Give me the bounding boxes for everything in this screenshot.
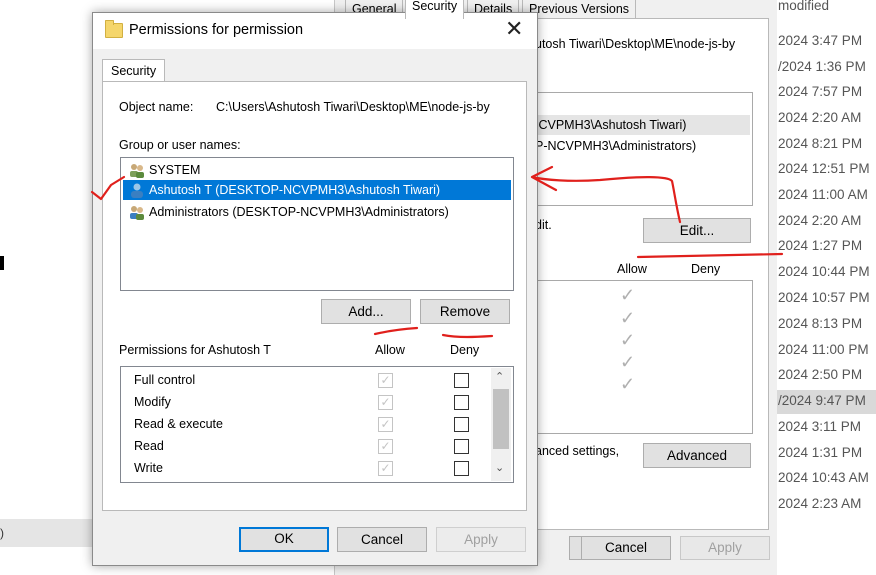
check-icon: ✓ xyxy=(620,308,636,328)
object-name-label: Object name: xyxy=(119,100,194,114)
user-icon xyxy=(131,183,143,198)
permissions-scrollbar[interactable]: ⌃ ⌄ xyxy=(491,368,511,481)
users-group-icon xyxy=(130,206,144,220)
scroll-up-icon[interactable]: ⌃ xyxy=(495,370,504,383)
date-cell: 2024 1:31 PM xyxy=(778,445,863,460)
date-cell: 2024 2:20 AM xyxy=(778,110,862,125)
date-cell: 2024 11:00 AM xyxy=(778,187,868,202)
edit-button[interactable]: Edit... xyxy=(643,218,751,243)
permissions-for-label: Permissions for Ashutosh T xyxy=(119,343,271,357)
ok-button[interactable]: OK xyxy=(239,527,329,552)
deny-checkbox-full-control[interactable] xyxy=(454,373,469,388)
date-cell: /2024 1:36 PM xyxy=(778,59,866,74)
check-icon: ✓ xyxy=(620,352,636,372)
date-cell: 2024 2:50 PM xyxy=(778,367,863,382)
allow-checkbox-read-execute: ✓ xyxy=(378,417,393,432)
permission-name: Full control xyxy=(134,373,196,387)
deny-checkbox-read[interactable] xyxy=(454,439,469,454)
deny-checkbox-write[interactable] xyxy=(454,461,469,476)
check-icon: ✓ xyxy=(620,285,636,305)
advanced-hint-fragment: anced settings, xyxy=(535,444,620,458)
date-cell: 2024 1:27 PM xyxy=(778,238,863,253)
date-cell: 2024 10:44 PM xyxy=(778,264,870,279)
check-icon: ✓ xyxy=(620,374,636,394)
properties-apply-button: Apply xyxy=(680,536,770,560)
user-name: SYSTEM xyxy=(149,163,201,177)
deny-header: Deny xyxy=(450,343,480,357)
scrollbar-thumb[interactable] xyxy=(493,389,509,449)
date-cell: 2024 12:51 PM xyxy=(778,161,870,176)
close-icon[interactable]: ✕ xyxy=(505,17,523,42)
user-item[interactable]: P-NCVPMH3\Administrators) xyxy=(535,139,696,153)
date-cell: 2024 2:23 AM xyxy=(778,496,862,511)
date-cell: 2024 3:47 PM xyxy=(778,33,863,48)
user-item[interactable]: ICVPMH3\Ashutosh Tiwari) xyxy=(535,118,686,132)
cancel-button[interactable]: Cancel xyxy=(337,527,427,552)
scroll-down-icon[interactable]: ⌄ xyxy=(495,461,504,474)
deny-checkbox-modify[interactable] xyxy=(454,395,469,410)
folder-icon xyxy=(105,20,123,38)
date-cell: 2024 8:21 PM xyxy=(778,136,863,151)
tab-previous-versions[interactable]: Previous Versions xyxy=(522,0,637,18)
allow-header: Allow xyxy=(375,343,405,357)
add-button[interactable]: Add... xyxy=(321,299,411,324)
group-names-label: Group or user names: xyxy=(119,138,241,152)
allow-checkbox-full-control: ✓ xyxy=(378,373,393,388)
column-header-modified[interactable]: modified xyxy=(778,0,829,13)
date-cell: 2024 11:00 PM xyxy=(778,342,869,357)
permissions-list: Full control ✓ Modify ✓ Read & execute ✓… xyxy=(120,366,514,483)
check-icon: ✓ xyxy=(620,330,636,350)
date-cell: 2024 10:57 PM xyxy=(778,290,870,305)
permission-name: Modify xyxy=(134,395,171,409)
list-item-administrators[interactable]: Administrators (DESKTOP-NCVPMH3\Administ… xyxy=(123,202,511,222)
permissions-dialog: Permissions for permission ✕ Security Ob… xyxy=(92,12,538,566)
permissions-list-box xyxy=(531,280,753,434)
background-row-highlight xyxy=(0,519,94,547)
title-bar[interactable]: Permissions for permission ✕ xyxy=(93,13,537,49)
object-name-value: C:\Users\Ashutosh Tiwari\Desktop\ME\node… xyxy=(216,100,490,114)
apply-button: Apply xyxy=(436,527,526,552)
background-row-fragment: ) xyxy=(0,526,4,540)
date-cell: 2024 7:57 PM xyxy=(778,84,863,99)
date-cell: 2024 8:13 PM xyxy=(778,316,863,331)
date-cell: /2024 9:47 PM xyxy=(778,393,866,408)
date-cell: 2024 3:11 PM xyxy=(778,419,862,434)
background-edge-mark xyxy=(0,256,4,270)
permission-name: Read xyxy=(134,439,164,453)
allow-checkbox-modify: ✓ xyxy=(378,395,393,410)
permission-name: Write xyxy=(134,461,163,475)
user-name: Ashutosh T (DESKTOP-NCVPMH3\Ashutosh Tiw… xyxy=(149,183,441,197)
properties-cancel-button-label[interactable]: Cancel xyxy=(581,536,671,560)
tab-security[interactable]: Security xyxy=(405,0,465,19)
object-path-fragment: utosh Tiwari\Desktop\ME\node-js-by xyxy=(535,37,736,51)
deny-header: Deny xyxy=(691,262,721,276)
allow-checkbox-read: ✓ xyxy=(378,439,393,454)
deny-checkbox-read-execute[interactable] xyxy=(454,417,469,432)
list-item-system[interactable]: SYSTEM xyxy=(123,160,511,180)
list-item-ashutosh[interactable]: Ashutosh T (DESKTOP-NCVPMH3\Ashutosh Tiw… xyxy=(123,180,511,200)
permission-name: Read & execute xyxy=(134,417,223,431)
tab-security[interactable]: Security xyxy=(102,59,166,82)
date-cell: 2024 10:43 AM xyxy=(778,470,869,485)
user-name: Administrators (DESKTOP-NCVPMH3\Administ… xyxy=(149,205,449,219)
advanced-button[interactable]: Advanced xyxy=(643,443,751,468)
allow-checkbox-write: ✓ xyxy=(378,461,393,476)
dialog-title: Permissions for permission xyxy=(129,22,304,38)
security-panel: Object name: C:\Users\Ashutosh Tiwari\De… xyxy=(102,81,527,511)
users-group-icon xyxy=(130,164,144,178)
users-list[interactable]: SYSTEM Ashutosh T (DESKTOP-NCVPMH3\Ashut… xyxy=(120,157,514,291)
allow-header: Allow xyxy=(617,262,647,276)
remove-button[interactable]: Remove xyxy=(420,299,510,324)
date-cell: 2024 2:20 AM xyxy=(778,213,862,228)
